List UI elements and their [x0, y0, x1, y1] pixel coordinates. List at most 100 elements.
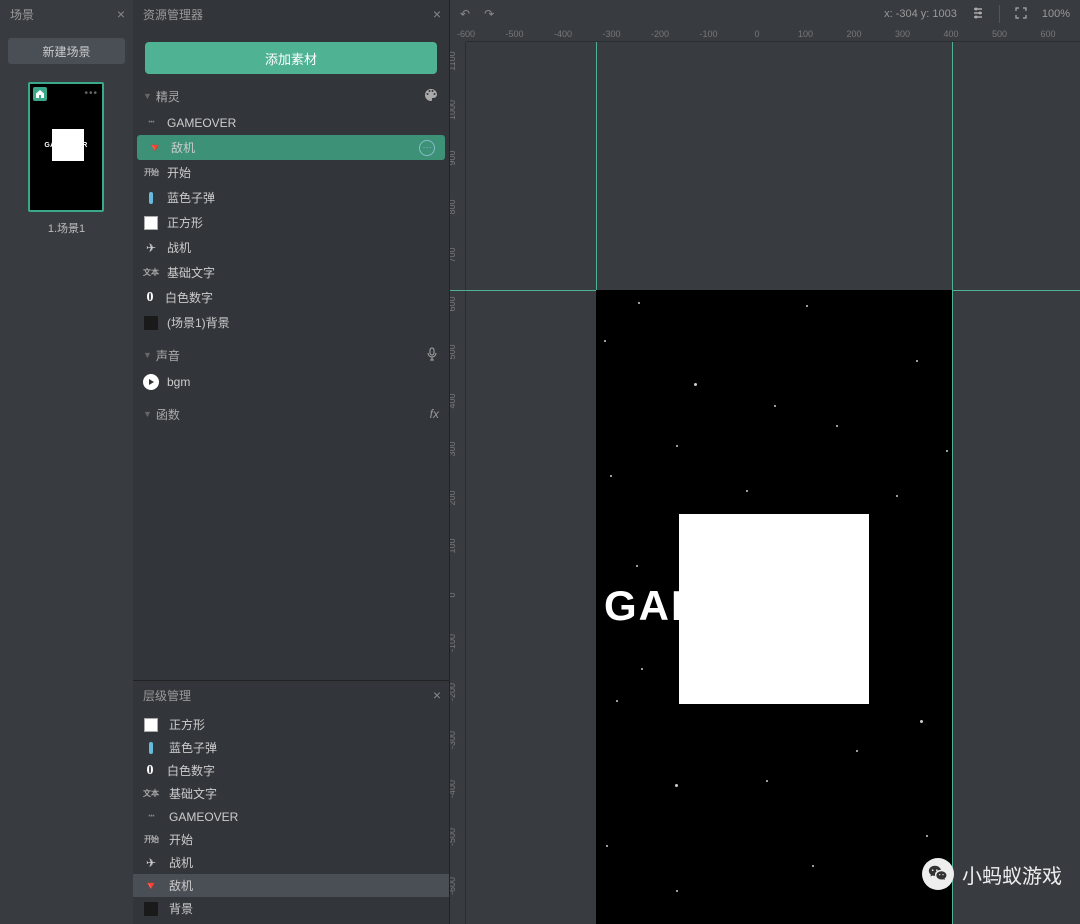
- redo-icon[interactable]: ↷: [484, 7, 494, 21]
- home-icon: [33, 87, 47, 101]
- new-scene-button[interactable]: 新建场景: [8, 38, 125, 64]
- layer-label: GAMEOVER: [169, 810, 238, 824]
- sound-item-bgm[interactable]: bgm: [133, 369, 449, 394]
- layer-label: 基础文字: [169, 785, 217, 802]
- close-icon[interactable]: ×: [117, 6, 125, 22]
- mic-icon[interactable]: [425, 347, 439, 364]
- close-icon[interactable]: ×: [433, 6, 441, 22]
- sound-category-label: 声音: [156, 347, 180, 364]
- item-label: 敌机: [171, 139, 195, 156]
- item-label: 正方形: [167, 214, 203, 231]
- bg-icon: [143, 901, 159, 917]
- layer-text[interactable]: 文本基础文字: [133, 782, 449, 805]
- add-material-button[interactable]: 添加素材: [145, 42, 437, 74]
- item-label: 开始: [167, 164, 191, 181]
- layer-label: 战机: [169, 854, 193, 871]
- layer-label: 敌机: [169, 877, 193, 894]
- layer-gameover[interactable]: ┅ GAMEOVER: [133, 805, 449, 828]
- chevron-down-icon: ▼: [143, 350, 152, 360]
- resource-panel: 资源管理器 × 添加素材 ▼ 精灵 ┅ GAMEOVER 🔻 敌机 ⋯ 开始 开…: [133, 0, 450, 924]
- gameover-icon: ┅: [143, 809, 159, 825]
- layer-player[interactable]: ✈战机: [133, 851, 449, 874]
- sprite-category[interactable]: ▼ 精灵: [133, 82, 449, 110]
- fit-icon[interactable]: [1014, 6, 1028, 23]
- function-category[interactable]: ▼ 函数 fx: [133, 400, 449, 428]
- ruler-tick: 1000: [450, 95, 457, 125]
- text-icon: 文本: [143, 265, 159, 281]
- scene-menu-icon[interactable]: •••: [84, 88, 98, 99]
- layers-panel: 层级管理 × 正方形 蓝色子弹 0 白色数字 文本基础文字 ┅ GAMEOVER 开…: [133, 680, 449, 924]
- sprite-item-text[interactable]: 文本 基础文字: [133, 260, 449, 285]
- ruler-tick: 0: [450, 580, 457, 610]
- layer-label: 白色数字: [167, 762, 215, 779]
- chevron-down-icon: ▼: [143, 91, 152, 101]
- item-label: 白色数字: [165, 289, 213, 306]
- watermark: 小蚂蚁游戏: [922, 858, 1062, 890]
- scene-thumbnail[interactable]: ••• GAMEOVER 1.场景1: [28, 82, 105, 236]
- sprite-item-bg[interactable]: (场景1)背景: [133, 310, 449, 335]
- sprite-item-player[interactable]: ✈ 战机: [133, 235, 449, 260]
- ruler-tick: 0: [754, 29, 759, 39]
- item-label: 战机: [167, 239, 191, 256]
- ruler-tick: 100: [798, 29, 813, 39]
- canvas-toolbar: ↶ ↷ x: -304 y: 1003 100%: [450, 0, 1080, 28]
- item-label: 基础文字: [167, 264, 215, 281]
- more-icon[interactable]: ⋯: [419, 140, 435, 156]
- undo-icon[interactable]: ↶: [460, 7, 470, 21]
- canvas-area: ↶ ↷ x: -304 y: 1003 100% -600-500-400-30…: [450, 0, 1080, 924]
- layer-start[interactable]: 开始开始: [133, 828, 449, 851]
- ruler-horizontal: -600-500-400-300-200-1000100200300400500…: [466, 28, 1080, 42]
- number-icon: 0: [143, 763, 157, 779]
- enemy-icon: 🔻: [143, 878, 159, 894]
- white-square-sprite[interactable]: [679, 514, 869, 704]
- settings-icon[interactable]: [971, 6, 985, 23]
- sprite-item-bullet[interactable]: 蓝色子弹: [133, 185, 449, 210]
- wechat-icon: [922, 858, 954, 890]
- ruler-tick: 600: [1040, 29, 1055, 39]
- ruler-tick: 400: [943, 29, 958, 39]
- sprite-item-start[interactable]: 开始 开始: [133, 160, 449, 185]
- resource-list: ▼ 精灵 ┅ GAMEOVER 🔻 敌机 ⋯ 开始 开始 蓝色子弹 正方形: [133, 82, 449, 680]
- scene-name: 1.场景1: [28, 220, 105, 236]
- layer-label: 开始: [169, 831, 193, 848]
- bullet-icon: [143, 740, 159, 756]
- ruler-tick: -200: [450, 677, 457, 707]
- layer-bullet[interactable]: 蓝色子弹: [133, 736, 449, 759]
- sound-category[interactable]: ▼ 声音: [133, 341, 449, 369]
- start-icon: 开始: [143, 832, 159, 848]
- layer-number[interactable]: 0 白色数字: [133, 759, 449, 782]
- guide-vertical-right[interactable]: [952, 42, 953, 924]
- ruler-tick: 200: [450, 483, 457, 513]
- ruler-tick: 1100: [450, 46, 457, 76]
- add-material-label: 添加素材: [265, 49, 317, 68]
- ruler-tick: -300: [602, 29, 620, 39]
- ruler-tick: 200: [846, 29, 861, 39]
- sprite-item-square[interactable]: 正方形: [133, 210, 449, 235]
- number-icon: 0: [143, 290, 157, 306]
- ruler-tick: 700: [450, 240, 457, 270]
- enemy-icon: 🔻: [147, 140, 163, 156]
- ruler-tick: 400: [450, 386, 457, 416]
- layers-header: 层级管理 ×: [133, 681, 449, 709]
- start-icon: 开始: [143, 165, 159, 181]
- ruler-tick: -400: [554, 29, 572, 39]
- ruler-tick: -600: [450, 871, 457, 901]
- ruler-tick: 500: [450, 337, 457, 367]
- zoom-display[interactable]: 100%: [1042, 8, 1070, 20]
- ship-icon: ✈: [143, 240, 159, 256]
- layer-label: 蓝色子弹: [169, 739, 217, 756]
- layer-enemy[interactable]: 🔻 敌机: [133, 874, 449, 897]
- close-icon[interactable]: ×: [433, 687, 441, 703]
- fx-icon[interactable]: fx: [430, 407, 439, 421]
- layer-bg[interactable]: 背景: [133, 897, 449, 920]
- ruler-tick: 300: [450, 434, 457, 464]
- ruler-tick: 500: [992, 29, 1007, 39]
- thumb-square: [52, 129, 84, 161]
- sprite-item-enemy[interactable]: 🔻 敌机 ⋯: [137, 135, 445, 160]
- layer-square[interactable]: 正方形: [133, 713, 449, 736]
- ruler-tick: 800: [450, 192, 457, 222]
- separator: [999, 5, 1000, 23]
- palette-icon[interactable]: [423, 87, 439, 106]
- sprite-item-number[interactable]: 0 白色数字: [133, 285, 449, 310]
- sprite-item-gameover[interactable]: ┅ GAMEOVER: [133, 110, 449, 135]
